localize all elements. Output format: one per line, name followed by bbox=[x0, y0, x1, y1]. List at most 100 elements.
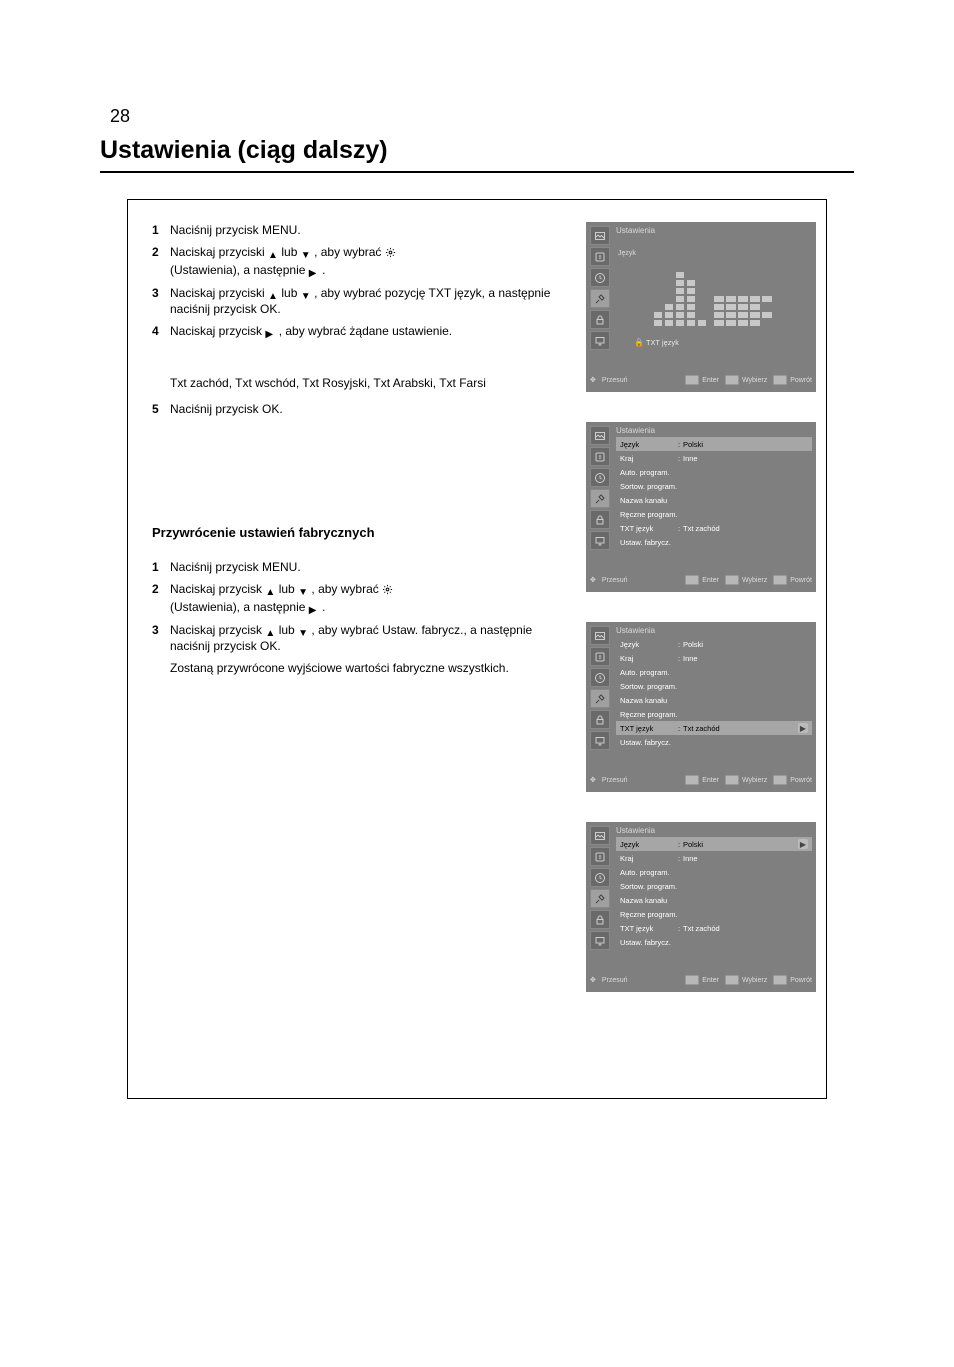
osd-setup-txt-select: 8 Ustawienia Język bbox=[586, 222, 816, 392]
chevron-up-icon bbox=[268, 287, 278, 297]
osd-row-factory: Ustaw. fabrycz. bbox=[616, 735, 812, 749]
step-text: Naciśnij przycisk MENU. bbox=[170, 559, 570, 575]
chevron-down-icon bbox=[301, 287, 311, 297]
step-number: 5 bbox=[152, 401, 170, 417]
subheading: Przywrócenie ustawień fabrycznych bbox=[152, 524, 570, 542]
osd-row-man-prog: Ręczne program. bbox=[616, 507, 812, 521]
lock-icon: 🔒 bbox=[634, 338, 644, 347]
tools-icon bbox=[590, 289, 610, 308]
pc-icon bbox=[590, 531, 610, 550]
step-number: 1 bbox=[152, 222, 170, 238]
osd-row-sort-prog: Sortow. program. bbox=[616, 879, 812, 893]
step-2: 2 Naciskaj przyciski lub , aby wybrać (U… bbox=[152, 244, 570, 278]
osd-row-man-prog: Ręczne program. bbox=[616, 707, 812, 721]
step-text: Naciskaj przycisk , aby wybrać żądane us… bbox=[170, 323, 570, 339]
option-list: Txt zachód, Txt wschód, Txt Rosyjski, Tx… bbox=[170, 375, 570, 391]
picture-icon bbox=[590, 826, 610, 845]
clock-icon bbox=[590, 868, 610, 887]
lock-icon bbox=[590, 310, 610, 329]
osd-row-language: Język:Polski▶ bbox=[616, 837, 812, 851]
step-text: Naciskaj przycisk lub , aby wybrać Ustaw… bbox=[170, 622, 570, 654]
lock-icon bbox=[590, 510, 610, 529]
osd-eq-right bbox=[714, 280, 772, 326]
step-1: 1 Naciśnij przycisk MENU. bbox=[152, 222, 570, 238]
pc-icon bbox=[590, 331, 610, 350]
svg-text:8: 8 bbox=[599, 655, 602, 661]
step-text: Naciskaj przyciski lub , aby wybrać pozy… bbox=[170, 285, 570, 317]
osd-row-language: Język:Polski bbox=[616, 637, 812, 651]
picture-icon bbox=[590, 226, 610, 245]
clock-icon bbox=[590, 268, 610, 287]
pc-icon bbox=[590, 731, 610, 750]
channel-icon: 8 bbox=[590, 647, 610, 666]
step-number: 2 bbox=[152, 581, 170, 597]
osd-row-chan-name: Nazwa kanału bbox=[616, 693, 812, 707]
osd-row-txt-lang: TXT język:Txt zachód bbox=[616, 521, 812, 535]
osd-txt-row: 🔒TXT język bbox=[650, 338, 679, 347]
osd-row-auto-prog: Auto. program. bbox=[616, 465, 812, 479]
osd-eq-left bbox=[654, 256, 706, 326]
svg-text:8: 8 bbox=[599, 255, 602, 261]
picture-icon bbox=[590, 626, 610, 645]
osd-footer: ✥Przesuń Enter Wybierz Powrót bbox=[590, 772, 812, 788]
step-5: 5 Naciśnij przycisk OK. bbox=[152, 401, 570, 417]
osd-row-country: Kraj:Inne bbox=[616, 851, 812, 865]
clock-icon bbox=[590, 468, 610, 487]
chevron-right-icon bbox=[265, 325, 275, 335]
svg-text:8: 8 bbox=[599, 455, 602, 461]
osd-row-chan-name: Nazwa kanału bbox=[616, 493, 812, 507]
osd-sidebar: 8 bbox=[590, 226, 612, 352]
step-number: 3 bbox=[152, 622, 170, 638]
osd-sidebar: 8 bbox=[590, 826, 612, 952]
title-rule bbox=[100, 171, 854, 173]
step-3: 3 Naciskaj przyciski lub , aby wybrać po… bbox=[152, 285, 570, 317]
screenshots-column: 8 Ustawienia Język bbox=[586, 222, 816, 978]
osd-row-factory: Ustaw. fabrycz. bbox=[616, 535, 812, 549]
chevron-right-icon bbox=[309, 264, 319, 274]
tools-icon bbox=[590, 689, 610, 708]
channel-icon: 8 bbox=[590, 247, 610, 266]
setup-gear-icon bbox=[385, 246, 396, 262]
chevron-up-icon bbox=[265, 624, 275, 634]
osd-row-sort-prog: Sortow. program. bbox=[616, 679, 812, 693]
clock-icon bbox=[590, 668, 610, 687]
osd-title: Ustawienia bbox=[616, 226, 812, 235]
move-icon: ✥ bbox=[590, 976, 596, 984]
page-title: Ustawienia (ciąg dalszy) bbox=[100, 136, 854, 165]
osd-footer: ✥Przesuń Enter Wybierz Powrót bbox=[590, 572, 812, 588]
move-icon: ✥ bbox=[590, 376, 596, 384]
osd-row-txt-lang: TXT język:Txt zachód bbox=[616, 921, 812, 935]
osd-title: Ustawienia bbox=[616, 826, 812, 835]
osd-sidebar: 8 bbox=[590, 626, 612, 752]
picture-icon bbox=[590, 426, 610, 445]
channel-icon: 8 bbox=[590, 447, 610, 466]
step-b1: 1 Naciśnij przycisk MENU. bbox=[152, 559, 570, 575]
tools-icon bbox=[590, 889, 610, 908]
chevron-right-icon bbox=[309, 601, 319, 611]
osd-eq-labels: Język bbox=[618, 250, 636, 264]
factory-note: Zostaną przywrócone wyjściowe wartości f… bbox=[170, 660, 570, 676]
osd-row-chan-name: Nazwa kanału bbox=[616, 893, 812, 907]
step-text: Naciskaj przyciski lub , aby wybrać (Ust… bbox=[170, 244, 570, 278]
osd-row-country: Kraj:Inne bbox=[616, 451, 812, 465]
step-text: Naciśnij przycisk OK. bbox=[170, 401, 570, 417]
chevron-down-icon bbox=[298, 583, 308, 593]
osd-setup-txt-highlight: 8 Ustawienia Język:Polski Kraj:Inne Auto… bbox=[586, 622, 816, 792]
step-text: Naciśnij przycisk MENU. bbox=[170, 222, 570, 238]
osd-row-language: Język:Polski bbox=[616, 437, 812, 451]
osd-footer: ✥Przesuń Enter Wybierz Powrót bbox=[590, 372, 812, 388]
arrow-right-icon: ▶ bbox=[798, 839, 808, 849]
step-b3: 3 Naciskaj przycisk lub , aby wybrać Ust… bbox=[152, 622, 570, 654]
osd-row-auto-prog: Auto. program. bbox=[616, 865, 812, 879]
osd-setup-list: 8 Ustawienia Język:Polski Kraj:Inne Auto… bbox=[586, 422, 816, 592]
lock-icon bbox=[590, 710, 610, 729]
arrow-right-icon: ▶ bbox=[798, 723, 808, 733]
content-frame: 1 Naciśnij przycisk MENU. 2 Naciskaj prz… bbox=[127, 199, 827, 1099]
move-icon: ✥ bbox=[590, 576, 596, 584]
step-4: 4 Naciskaj przycisk , aby wybrać żądane … bbox=[152, 323, 570, 339]
step-number: 3 bbox=[152, 285, 170, 301]
osd-row-factory: Ustaw. fabrycz. bbox=[616, 935, 812, 949]
tools-icon bbox=[590, 489, 610, 508]
setup-gear-icon bbox=[382, 583, 393, 599]
channel-icon: 8 bbox=[590, 847, 610, 866]
